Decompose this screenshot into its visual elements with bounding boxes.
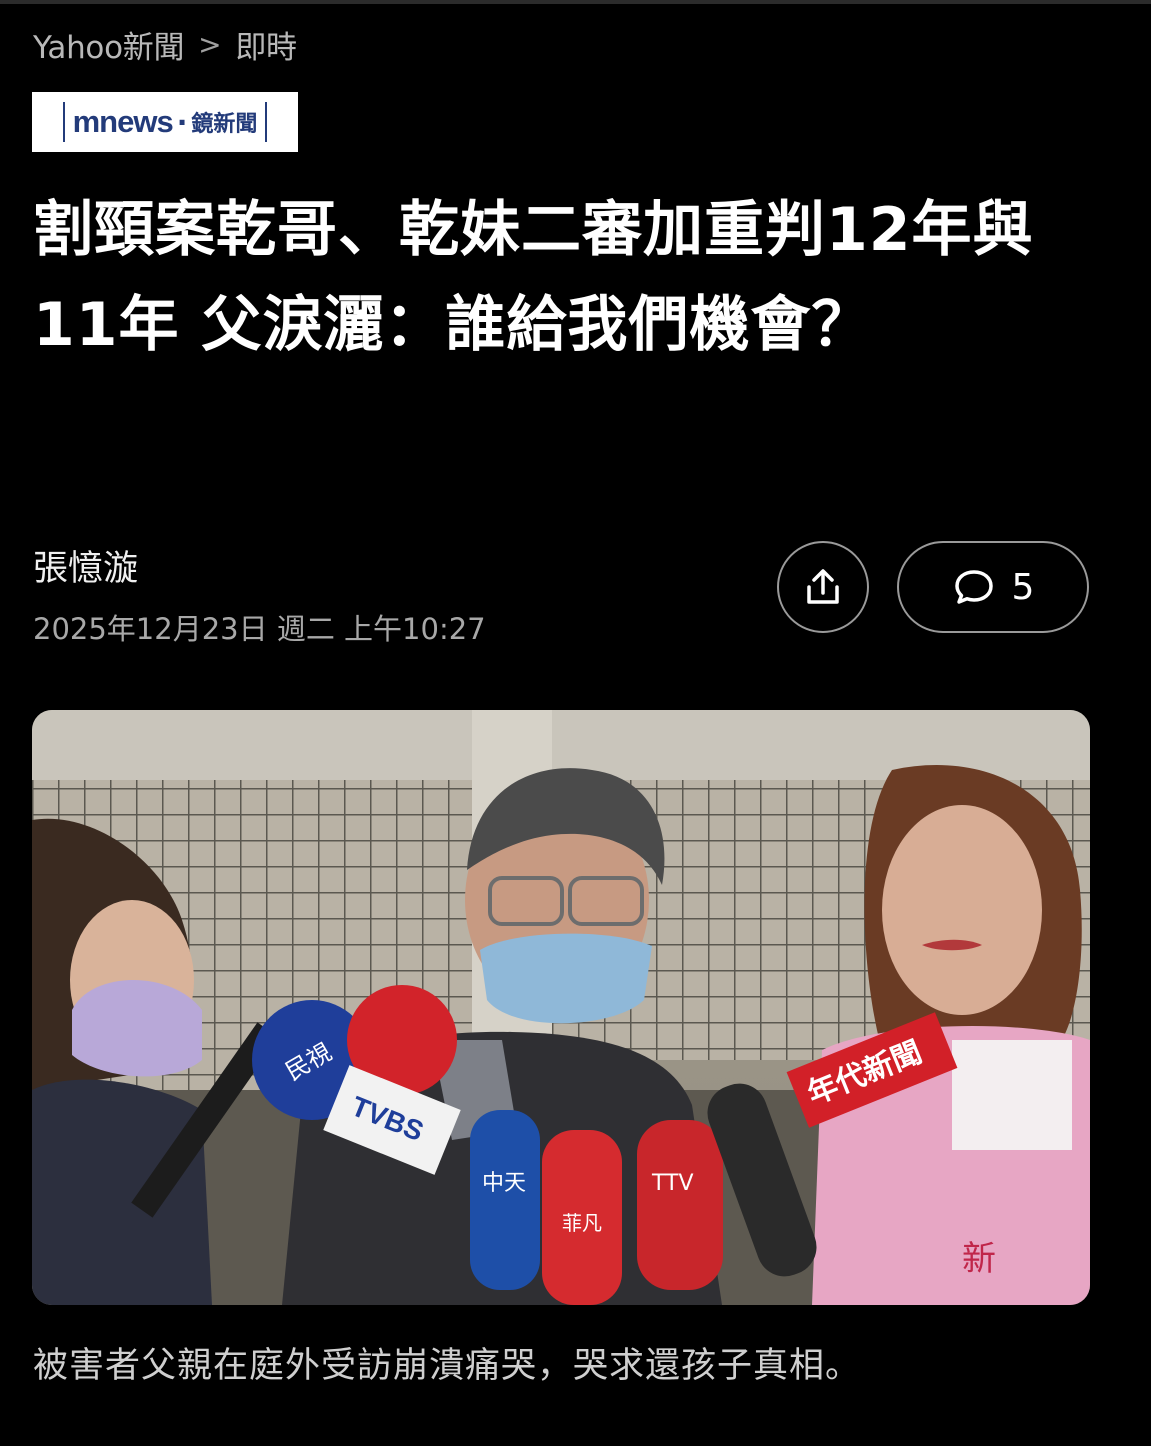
publisher-brand: mnews <box>72 104 174 139</box>
mic-label-feifan: 菲凡 <box>562 1211 602 1235</box>
publisher-name: 鏡新聞 <box>191 112 258 137</box>
press-conference-photo: 民視 TVBS 中天 菲凡 TTV 年代新聞 新 <box>32 710 1090 1305</box>
article-headline: 割頸案乾哥、乾妹二審加重判12年與11年 父淚灑：誰給我們機會？ <box>33 195 1034 360</box>
publisher-logo-frame: mnews · 鏡新聞 <box>62 102 268 142</box>
breadcrumb-source-link[interactable]: Yahoo新聞 <box>33 22 184 67</box>
breadcrumb: Yahoo新聞 > 即時 <box>33 22 297 67</box>
mic-label-ctitv: 中天 <box>482 1171 526 1196</box>
share-upload-icon <box>807 569 839 604</box>
comment-count: 5 <box>1011 566 1035 608</box>
photo-caption: 被害者父親在庭外受訪崩潰痛哭，哭求還孩子真相。 <box>33 1346 862 1386</box>
article-timestamp: 2025年12月23日 週二 上午10:27 <box>33 612 486 646</box>
article-author[interactable]: 張憶漩 <box>33 540 138 591</box>
mic-label-ttv: TTV <box>651 1171 694 1196</box>
top-divider <box>0 0 1151 4</box>
publisher-logo[interactable]: mnews · 鏡新聞 <box>32 92 298 152</box>
breadcrumb-section-link[interactable]: 即時 <box>235 22 297 67</box>
breadcrumb-separator: > <box>198 27 222 61</box>
comments-button[interactable]: 5 <box>897 541 1089 633</box>
article-photo[interactable]: 民視 TVBS 中天 菲凡 TTV 年代新聞 新 <box>32 710 1090 1305</box>
speech-bubble-icon <box>954 570 993 604</box>
publisher-dot: · <box>176 105 188 139</box>
share-button[interactable] <box>777 541 869 633</box>
sash-text: 新 <box>962 1239 996 1279</box>
